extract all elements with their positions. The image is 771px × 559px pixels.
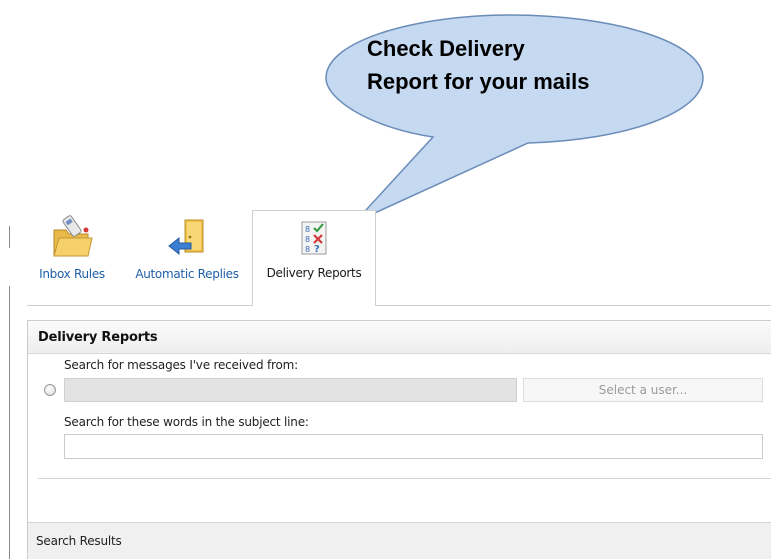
callout-text: Check Delivery Report for your mails	[367, 32, 687, 98]
search-results-title: Search Results	[36, 534, 122, 548]
search-results-bar: Search Results	[28, 522, 771, 559]
tab-automatic-replies-label: Automatic Replies	[135, 267, 239, 281]
svg-text:8: 8	[305, 245, 310, 254]
screenshot-stage: Check Delivery Report for your mails Inb…	[0, 0, 771, 559]
panel-title: Delivery Reports	[38, 330, 158, 345]
delivery-report-icon: 8 8 8 ?	[301, 221, 327, 255]
tab-strip-baseline-right	[376, 305, 771, 306]
tab-inbox-rules-label: Inbox Rules	[39, 267, 105, 281]
svg-text:?: ?	[314, 244, 320, 255]
search-from-radio[interactable]	[44, 384, 56, 396]
received-from-input[interactable]	[64, 378, 517, 402]
left-edge-mark-top	[9, 226, 10, 248]
from-label: Search for messages I've received from:	[64, 358, 298, 372]
callout-line-2: Report for your mails	[367, 69, 590, 94]
tab-automatic-replies[interactable]: Automatic Replies	[125, 210, 249, 290]
callout-line-1: Check Delivery	[367, 36, 525, 61]
tab-delivery-reports-label: Delivery Reports	[266, 266, 362, 280]
left-edge-mark-bottom	[9, 286, 10, 559]
select-user-button[interactable]: Select a user...	[523, 378, 763, 402]
panel-separator	[38, 478, 771, 479]
folder-rules-icon	[53, 215, 93, 257]
delivery-reports-panel: Delivery Reports Search for messages I'v…	[27, 320, 771, 559]
svg-text:8: 8	[305, 235, 310, 244]
subject-words-input[interactable]	[64, 434, 763, 459]
tab-delivery-reports[interactable]: 8 8 8 ? Delivery Reports	[252, 210, 376, 306]
tab-inbox-rules[interactable]: Inbox Rules	[30, 210, 114, 290]
door-arrow-icon	[168, 219, 204, 256]
panel-header: Delivery Reports	[28, 321, 771, 354]
svg-text:8: 8	[305, 225, 310, 234]
subject-label: Search for these words in the subject li…	[64, 415, 309, 429]
tab-strip-baseline-left	[27, 305, 252, 306]
